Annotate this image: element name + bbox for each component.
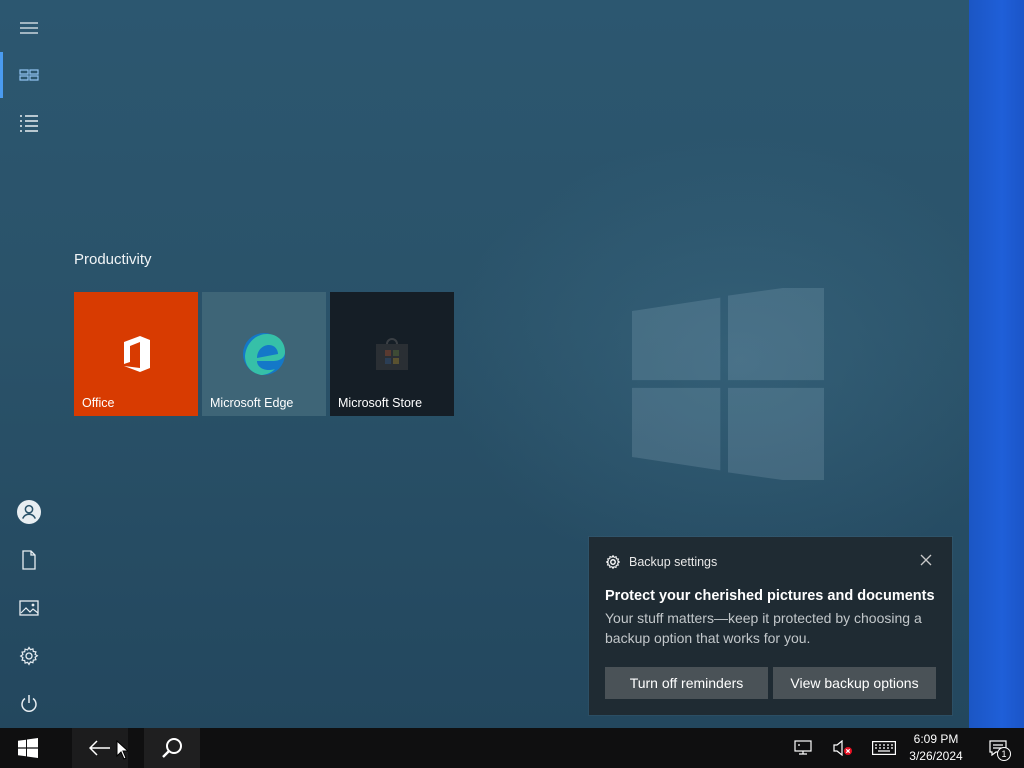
gear-icon (606, 555, 620, 569)
tile-label: Office (82, 396, 115, 410)
edge-icon (243, 333, 285, 375)
pinned-tiles-button[interactable] (0, 51, 58, 99)
expand-menu-button[interactable] (0, 4, 58, 52)
notification-header: Backup settings (606, 555, 717, 569)
power-icon (21, 695, 37, 712)
action-center-button[interactable]: 1 (978, 728, 1018, 768)
documents-button[interactable] (0, 536, 58, 584)
windows-logo-watermark (632, 282, 824, 486)
office-icon (124, 336, 150, 372)
close-notification-button[interactable] (920, 553, 936, 569)
documents-icon (22, 550, 36, 570)
windows-logo-icon (18, 738, 38, 758)
tile-label: Microsoft Edge (210, 396, 294, 410)
desktop-wallpaper-strip (969, 0, 1024, 728)
mouse-cursor-icon (116, 740, 128, 760)
search-button[interactable] (144, 728, 200, 768)
notification-app-name: Backup settings (629, 555, 718, 569)
pictures-button[interactable] (0, 584, 58, 632)
search-icon (162, 738, 182, 758)
volume-muted-icon (833, 740, 852, 756)
pictures-icon (19, 600, 39, 616)
tile-label: Microsoft Store (338, 396, 423, 410)
network-button[interactable] (786, 728, 820, 768)
start-left-rail (0, 0, 58, 728)
notification-body: Your stuff matters—keep it protected by … (605, 610, 922, 646)
view-backup-options-button[interactable]: View backup options (773, 667, 936, 699)
hamburger-icon (20, 22, 38, 34)
user-account-button[interactable] (0, 488, 58, 536)
all-apps-list-icon (20, 115, 38, 132)
volume-button[interactable] (826, 728, 860, 768)
settings-button[interactable] (0, 632, 58, 680)
tile-office[interactable]: Office (74, 292, 198, 416)
tile-group-title[interactable]: Productivity (74, 251, 152, 268)
tile-microsoft-edge[interactable]: Microsoft Edge (202, 292, 326, 416)
clock[interactable]: 6:09 PM 3/26/2024 (904, 728, 968, 768)
notification-title: Protect your cherished pictures and docu… (605, 588, 935, 604)
tiles-icon (19, 69, 39, 81)
backup-notification[interactable]: Backup settings Protect your cherished p… (589, 537, 952, 715)
close-icon (920, 554, 932, 566)
network-icon (794, 740, 812, 755)
power-button[interactable] (0, 680, 58, 728)
start-button[interactable] (0, 728, 56, 768)
user-icon (17, 500, 41, 524)
touch-keyboard-button[interactable] (866, 728, 902, 768)
taskbar: 6:09 PM 3/26/2024 1 (0, 728, 1024, 768)
settings-icon (19, 646, 39, 666)
back-arrow-icon (89, 740, 110, 756)
tile-microsoft-store[interactable]: Microsoft Store (330, 292, 454, 416)
clock-time: 6:09 PM (913, 732, 959, 746)
all-apps-button[interactable] (0, 99, 58, 147)
store-bag-icon (376, 338, 408, 370)
keyboard-icon (872, 741, 896, 755)
turn-off-reminders-button[interactable]: Turn off reminders (605, 667, 768, 699)
clock-date: 3/26/2024 (909, 749, 963, 763)
notification-count-badge: 1 (997, 747, 1011, 761)
